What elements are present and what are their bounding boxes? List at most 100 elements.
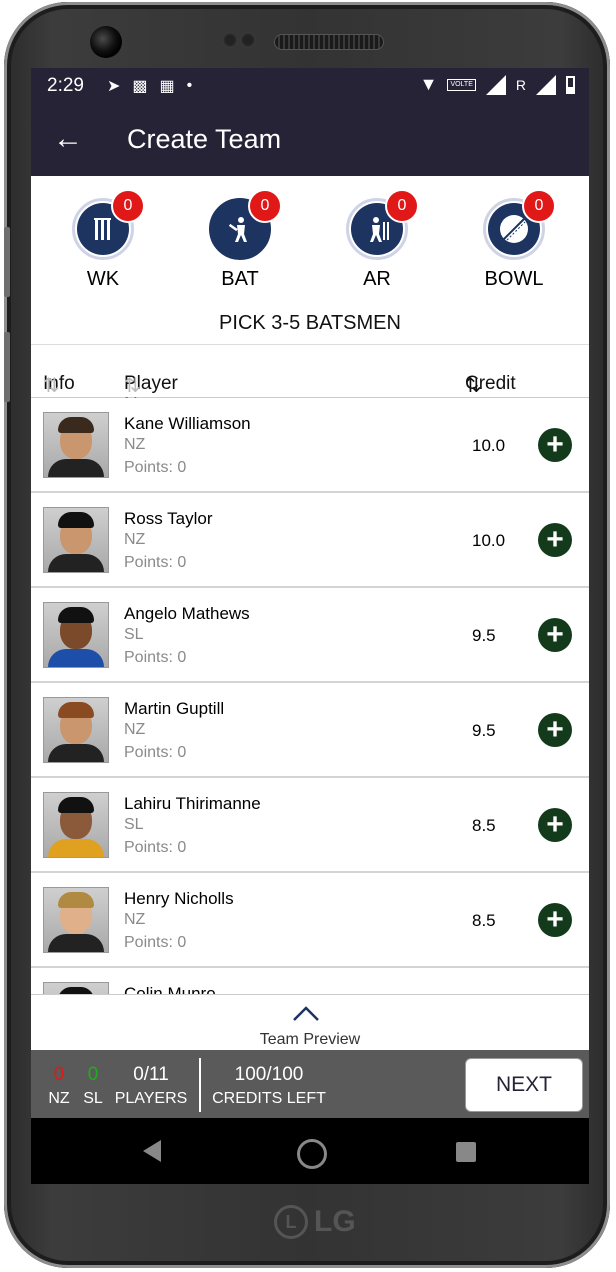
category-icon-circle: 0: [483, 189, 556, 260]
sort-icon: ⇅: [465, 375, 482, 397]
android-nav-bar: [31, 1118, 589, 1184]
player-row[interactable]: Martin Guptill NZ Points: 0 9.5 +: [31, 683, 589, 778]
nav-back-icon[interactable]: [143, 1140, 161, 1162]
category-icon-circle: 0: [346, 189, 419, 260]
category-ar[interactable]: 0 AR: [332, 189, 422, 291]
player-row[interactable]: Henry Nicholls NZ Points: 0 8.5 +: [31, 873, 589, 968]
player-team: SL: [124, 626, 144, 643]
dot-icon: •: [186, 77, 193, 94]
pick-instruction: PICK 3-5 BATSMEN: [219, 312, 401, 334]
add-player-icon[interactable]: +: [538, 523, 572, 557]
sensor: [222, 32, 238, 48]
category-label: WK: [86, 268, 120, 290]
add-player-icon[interactable]: +: [538, 713, 572, 747]
add-player-icon[interactable]: +: [538, 618, 572, 652]
player-name: Henry Nicholls: [124, 889, 234, 908]
signal-icon-2: [536, 74, 556, 95]
credits-label: CREDITS LEFT: [212, 1090, 326, 1107]
front-camera: [90, 26, 122, 58]
sl-count: 0: [87, 1064, 99, 1085]
table-header: Info ⇅ Player Name ⇅ Credit ⇅: [31, 344, 589, 416]
next-button[interactable]: NEXT: [465, 1058, 583, 1112]
player-team: NZ: [124, 531, 146, 548]
player-credit: 10.0: [472, 531, 506, 550]
player-photo: [43, 412, 109, 478]
calendar-icon: ▦: [159, 78, 175, 95]
sort-icon: ⇅: [124, 375, 141, 397]
add-player-icon[interactable]: +: [538, 903, 572, 937]
nav-home-icon[interactable]: [297, 1139, 327, 1169]
back-arrow-icon[interactable]: ←: [53, 122, 83, 156]
nav-recents-icon[interactable]: [456, 1142, 476, 1162]
player-name: Martin Guptill: [124, 699, 225, 718]
player-team: NZ: [124, 436, 146, 453]
player-photo: [43, 602, 109, 668]
roaming-label: R: [515, 76, 526, 93]
signal-icon: [485, 74, 506, 95]
category-count-badge: 0: [111, 189, 145, 223]
status-bar: 2:29 ➤ ▩ ▦ • ▼ VOLTE R: [31, 68, 589, 104]
players-col: 0/11 PLAYERS: [113, 1064, 189, 1108]
player-row[interactable]: Lahiru Thirimanne SL Points: 0 8.5 +: [31, 778, 589, 873]
player-points: Points: 0: [124, 554, 187, 571]
sl-count-col: 0 SL: [79, 1064, 107, 1108]
player-row[interactable]: Kane Williamson NZ Points: 0 10.0 +: [31, 398, 589, 493]
lg-logo-text: LG: [314, 1205, 356, 1238]
player-row[interactable]: Angelo Mathews SL Points: 0 9.5 +: [31, 588, 589, 683]
category-bat[interactable]: 0 BAT: [195, 189, 285, 291]
sl-label: SL: [83, 1090, 103, 1107]
team-preview-label: Team Preview: [259, 1031, 361, 1048]
status-time: 2:29: [47, 75, 84, 96]
player-credit: 8.5: [472, 911, 496, 930]
status-right-icons: ▼ VOLTE R: [420, 74, 575, 95]
player-photo: [43, 982, 109, 994]
nz-label: NZ: [48, 1090, 70, 1107]
player-list[interactable]: Kane Williamson NZ Points: 0 10.0 + Ross…: [31, 398, 589, 994]
sensor: [240, 32, 256, 48]
player-name: Lahiru Thirimanne: [124, 794, 261, 813]
app-bar: ← Create Team: [31, 104, 589, 176]
category-selector: 0 WK 0 BAT 0 AR 0 BOWL PICK 3-5 BATSMEN: [31, 180, 589, 340]
page-title: Create Team: [127, 124, 282, 154]
lg-logo: L LG: [274, 1202, 360, 1242]
player-row[interactable]: Colin Munro: [31, 968, 589, 994]
player-name: Kane Williamson: [124, 414, 251, 433]
earpiece-speaker: [274, 34, 384, 50]
sim-card-icon: ▩: [132, 78, 148, 95]
team-preview-bar[interactable]: Team Preview: [31, 994, 589, 1051]
footer-divider: [199, 1058, 201, 1112]
player-row[interactable]: Ross Taylor NZ Points: 0 10.0 +: [31, 493, 589, 588]
sort-icon: ⇅: [43, 375, 60, 397]
player-credit: 9.5: [472, 721, 496, 740]
telegram-icon: ➤: [107, 78, 121, 95]
category-icon-circle: 0: [72, 189, 145, 260]
category-wk[interactable]: 0 WK: [58, 189, 148, 291]
player-name: Angelo Mathews: [124, 604, 250, 623]
category-label: AR: [363, 268, 391, 290]
lg-circle-icon: L: [274, 1205, 308, 1239]
category-count-badge: 0: [385, 189, 419, 223]
player-name: Ross Taylor: [124, 509, 213, 528]
player-credit: 8.5: [472, 816, 496, 835]
player-credit: 9.5: [472, 626, 496, 645]
players-label: PLAYERS: [114, 1090, 188, 1107]
volte-icon: VOLTE: [447, 78, 476, 91]
player-points: Points: 0: [124, 459, 187, 476]
category-count-badge: 0: [248, 189, 282, 223]
category-count-badge: 0: [522, 189, 556, 223]
category-label: BAT: [221, 268, 259, 290]
player-points: Points: 0: [124, 934, 187, 951]
player-points: Points: 0: [124, 649, 187, 666]
add-player-icon[interactable]: +: [538, 808, 572, 842]
credits-value: 100/100: [234, 1064, 304, 1085]
volume-up-button: [4, 227, 10, 297]
player-points: Points: 0: [124, 744, 187, 761]
player-photo: [43, 887, 109, 953]
category-bowl[interactable]: 0 BOWL: [469, 189, 559, 291]
category-label: BOWL: [484, 268, 544, 290]
add-player-icon[interactable]: +: [538, 428, 572, 462]
wifi-icon: ▼: [419, 74, 438, 94]
player-photo: [43, 507, 109, 573]
screen: 2:29 ➤ ▩ ▦ • ▼ VOLTE R ← Create Team 0 W…: [31, 68, 589, 1184]
chevron-up-icon: [293, 1006, 319, 1021]
